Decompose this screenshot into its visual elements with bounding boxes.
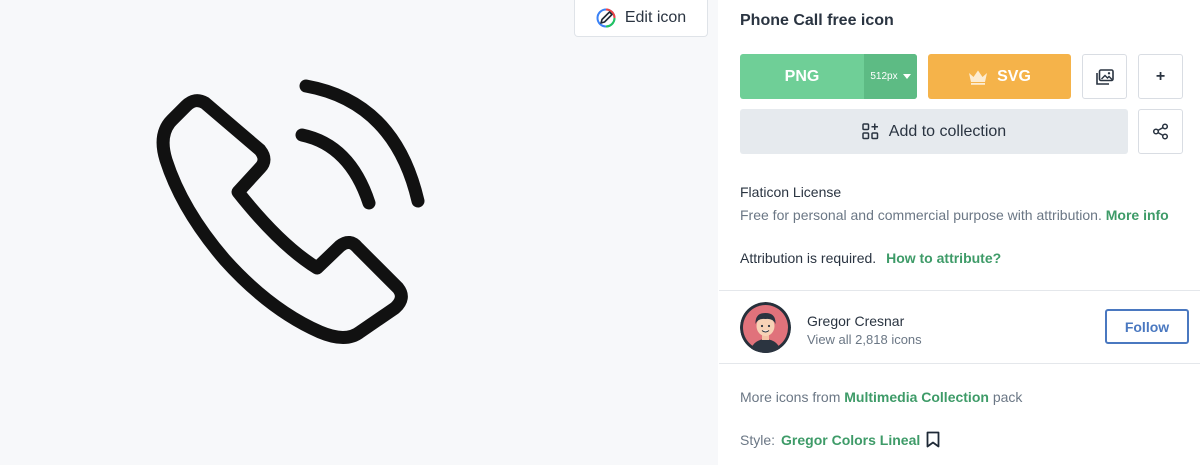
share-icon: [1152, 123, 1169, 140]
divider: [719, 363, 1200, 364]
more-icons-row: More icons from Multimedia Collection pa…: [740, 389, 1022, 405]
share-button[interactable]: [1138, 109, 1183, 154]
attribution-text: Attribution is required.: [740, 250, 877, 266]
license-description: Free for personal and commercial purpose…: [740, 207, 1169, 223]
avatar-icon: [740, 302, 791, 353]
add-to-collection-label: Add to collection: [888, 122, 1007, 140]
png-size-dropdown[interactable]: 512px: [864, 54, 917, 99]
add-to-collection-button[interactable]: Add to collection: [740, 109, 1128, 154]
style-row: Style: Gregor Colors Lineal: [740, 431, 940, 448]
download-png-button[interactable]: PNG 512px: [740, 54, 917, 99]
download-svg-button[interactable]: SVG: [928, 54, 1071, 99]
chevron-down-icon: [902, 74, 911, 79]
author-name[interactable]: Gregor Cresnar: [807, 313, 904, 329]
page-title: Phone Call free icon: [740, 12, 894, 29]
style-label: Style:: [740, 431, 776, 448]
svg-label: SVG: [997, 67, 1031, 85]
icon-preview-panel: Edit icon: [0, 0, 718, 465]
png-size-value: 512px: [870, 71, 898, 82]
attribution-row: Attribution is required. How to attribut…: [740, 250, 1001, 266]
author-avatar[interactable]: [740, 302, 791, 353]
add-collection-icon: [862, 123, 879, 140]
follow-button[interactable]: Follow: [1105, 309, 1189, 344]
icon-detail-panel: Phone Call free icon PNG 512px SVG + Add…: [719, 0, 1200, 465]
more-info-link[interactable]: More info: [1106, 207, 1169, 223]
crown-icon: [969, 70, 988, 85]
pencil-icon: [596, 8, 616, 28]
edit-icon-label: Edit icon: [624, 9, 687, 26]
plus-icon: +: [1155, 67, 1166, 85]
pack-link[interactable]: Multimedia Collection: [844, 389, 989, 405]
divider: [719, 290, 1200, 291]
phone-call-icon: [156, 79, 425, 344]
bookmark-icon[interactable]: [926, 431, 940, 448]
png-label[interactable]: PNG: [740, 54, 864, 99]
license-title: Flaticon License: [740, 184, 842, 200]
author-icons-link[interactable]: View all 2,818 icons: [807, 332, 922, 347]
more-prefix: More icons from: [740, 389, 841, 405]
image-icon: [1095, 68, 1114, 85]
how-to-attribute-link[interactable]: How to attribute?: [886, 250, 1001, 266]
license-text: Free for personal and commercial purpose…: [740, 207, 1102, 223]
edit-icon-button[interactable]: Edit icon: [574, 0, 708, 37]
style-link[interactable]: Gregor Colors Lineal: [781, 432, 920, 448]
more-options-button[interactable]: +: [1138, 54, 1183, 99]
more-suffix: pack: [992, 389, 1023, 405]
image-options-button[interactable]: [1082, 54, 1127, 99]
